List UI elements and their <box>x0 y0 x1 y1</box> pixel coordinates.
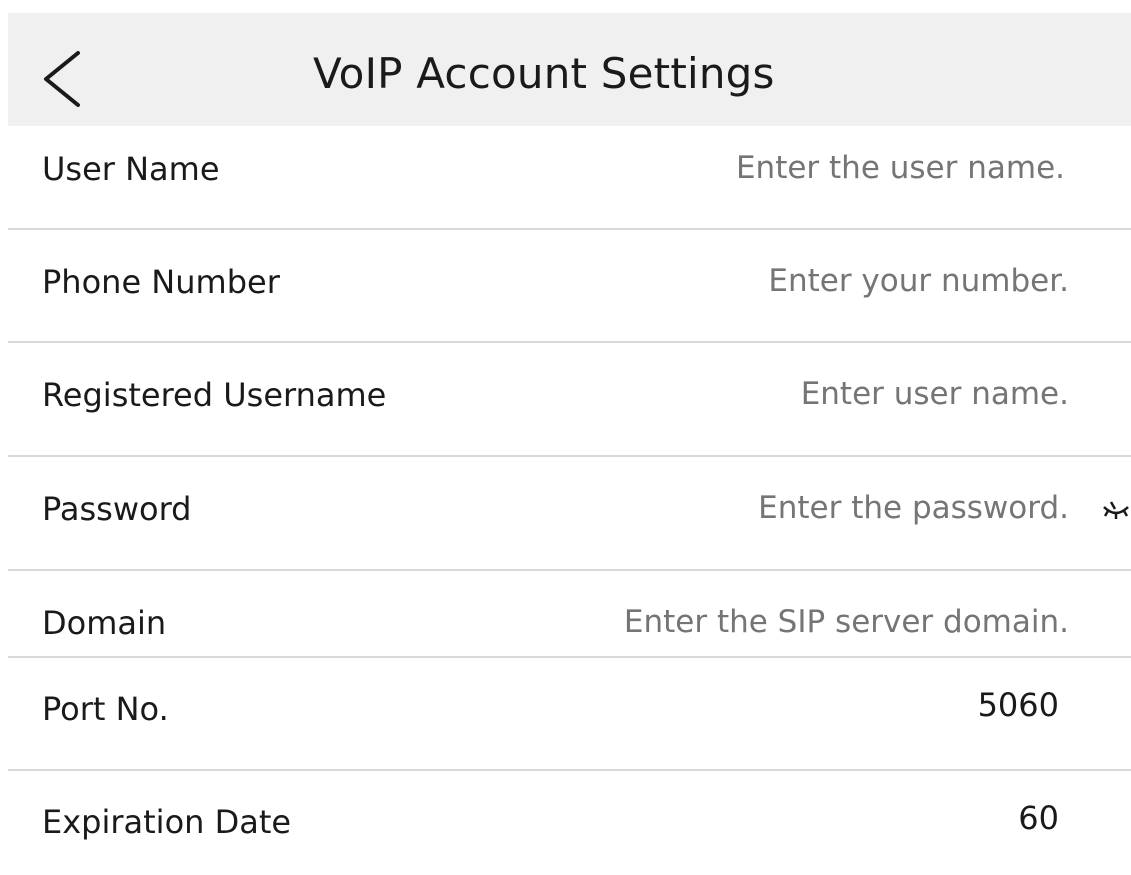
back-button[interactable] <box>38 43 88 113</box>
user-name-row[interactable]: User Name <box>8 126 1131 230</box>
expiration-date-row[interactable]: Expiration Date 60 <box>8 771 1131 875</box>
expiration-date-label: Expiration Date <box>42 803 292 841</box>
password-label: Password <box>42 490 192 528</box>
domain-row[interactable]: Domain <box>8 571 1131 658</box>
domain-input[interactable] <box>429 604 1069 640</box>
phone-number-label: Phone Number <box>42 263 280 301</box>
port-number-label: Port No. <box>42 690 169 728</box>
user-name-input[interactable] <box>465 150 1065 186</box>
phone-number-input[interactable] <box>469 263 1069 299</box>
password-input[interactable] <box>469 490 1069 526</box>
port-number-row[interactable]: Port No. 5060 <box>8 658 1131 771</box>
eye-closed-icon[interactable] <box>1101 497 1131 527</box>
user-name-label: User Name <box>42 150 220 188</box>
page-title: VoIP Account Settings <box>313 49 775 98</box>
chevron-left-icon <box>44 51 80 107</box>
domain-label: Domain <box>42 604 167 642</box>
expiration-date-value[interactable]: 60 <box>1018 799 1059 837</box>
password-row[interactable]: Password <box>8 457 1131 571</box>
phone-number-row[interactable]: Phone Number <box>8 230 1131 343</box>
port-number-value[interactable]: 5060 <box>978 686 1059 724</box>
registered-username-label: Registered Username <box>42 376 387 414</box>
registered-username-input[interactable] <box>469 376 1069 412</box>
registered-username-row[interactable]: Registered Username <box>8 343 1131 457</box>
voip-account-settings-screen: VoIP Account Settings User Name Phone Nu… <box>0 0 1131 875</box>
header-bar: VoIP Account Settings <box>8 13 1131 126</box>
